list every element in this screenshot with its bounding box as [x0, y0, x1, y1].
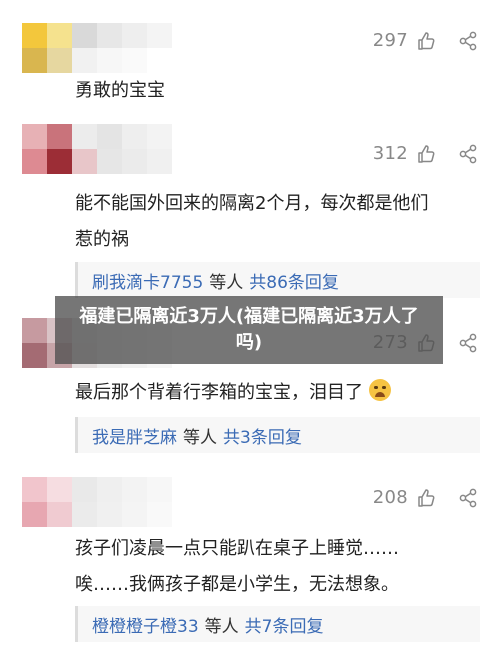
comment-line: 孩子们凌晨一点只能趴在桌子上睡觉……	[75, 538, 399, 559]
comment-text: 能不能国外回来的隔离2个月，每次都是他们 惹的祸	[75, 186, 480, 258]
comment-line-text: 最后那个背着行李箱的宝宝，泪目了	[75, 382, 363, 403]
thumbs-up-icon[interactable]	[416, 488, 436, 508]
reply-count-link[interactable]: 共86条回复	[249, 268, 339, 293]
reply-count-link[interactable]: 共7条回复	[245, 612, 324, 637]
crying-face-emoji	[368, 379, 391, 401]
reply-others: 等人	[183, 427, 217, 448]
caption-text: 福建已隔离近3万人(福建已隔离近3万人了吗)	[79, 306, 419, 353]
reply-summary[interactable]: 我是胖芝麻 等人 共3条回复	[75, 417, 480, 453]
comment-text: 孩子们凌晨一点只能趴在桌子上睡觉…… 唉……我俩孩子都是小学生，无法想象。	[75, 531, 480, 603]
comment-line: 能不能国外回来的隔离2个月，每次都是他们	[75, 193, 429, 214]
reply-username[interactable]: 橙橙橙子橙33	[92, 612, 199, 637]
reply-summary[interactable]: 橙橙橙子橙33 等人 共7条回复	[75, 606, 480, 642]
share-icon[interactable]	[458, 488, 478, 508]
share-icon[interactable]	[458, 333, 478, 353]
avatar-username-mosaic	[22, 124, 172, 174]
comment-line: 勇敢的宝宝	[75, 80, 165, 101]
reply-username[interactable]: 刷我滴卡7755	[92, 268, 203, 293]
comment-text: 勇敢的宝宝	[75, 73, 480, 109]
avatar-username-mosaic	[22, 23, 172, 73]
share-icon[interactable]	[458, 144, 478, 164]
article-caption-overlay: 福建已隔离近3万人(福建已隔离近3万人了吗)	[55, 296, 443, 364]
reply-count-link[interactable]: 共3条回复	[223, 423, 302, 448]
share-icon[interactable]	[458, 31, 478, 51]
comment-line: 唉……我俩孩子都是小学生，无法想象。	[75, 574, 399, 595]
reply-username[interactable]: 我是胖芝麻	[92, 423, 177, 448]
reply-summary[interactable]: 刷我滴卡7755 等人 共86条回复	[75, 262, 480, 298]
reply-others: 等人	[209, 272, 244, 293]
thumbs-up-icon[interactable]	[416, 31, 436, 51]
thumbs-up-icon[interactable]	[416, 144, 436, 164]
like-count: 312	[372, 143, 408, 164]
comment-line: 最后那个背着行李箱的宝宝，泪目了	[75, 375, 480, 411]
comment-text: 最后那个背着行李箱的宝宝，泪目了	[75, 375, 480, 411]
like-count: 297	[372, 30, 408, 51]
like-count: 208	[372, 487, 408, 508]
avatar-username-mosaic	[22, 477, 172, 527]
comment-line: 惹的祸	[75, 229, 129, 250]
reply-others: 等人	[204, 616, 239, 637]
